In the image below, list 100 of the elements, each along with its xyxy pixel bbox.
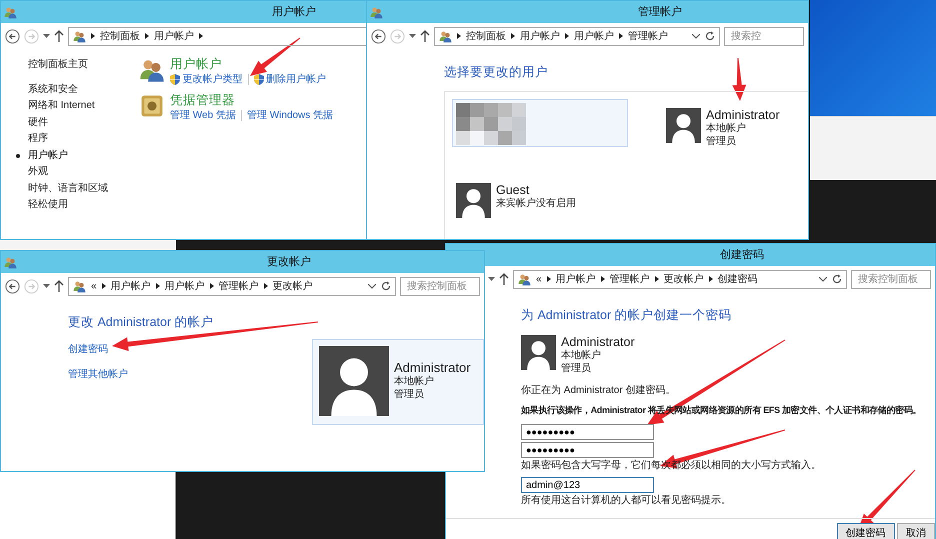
back-icon[interactable] <box>5 28 20 44</box>
refresh-icon[interactable] <box>832 274 842 284</box>
breadcrumb-arrow-icon <box>619 33 623 39</box>
account-name: Administrator <box>706 108 780 122</box>
search-field[interactable]: 搜索控制面板 <box>400 276 480 296</box>
sidebar-item[interactable]: 系统和安全 <box>28 82 78 98</box>
overflow-chevrons: « <box>536 272 542 286</box>
account-detail: 本地帐户 <box>394 375 435 388</box>
page-heading: 为 Administrator 的帐户创建一个密码 <box>521 307 733 324</box>
breadcrumb-item[interactable]: 更改帐户 <box>272 278 313 294</box>
section-heading[interactable]: 凭据管理器 <box>170 93 334 108</box>
sidebar-item[interactable]: 用户帐户 <box>28 148 68 164</box>
refresh-icon[interactable] <box>705 31 715 41</box>
dropdown-icon[interactable] <box>409 34 416 38</box>
up-icon[interactable] <box>54 30 64 42</box>
create-password-button[interactable]: 创建密码 <box>836 523 894 539</box>
sidebar-item[interactable]: 硬件 <box>28 114 48 131</box>
page-heading: 选择要更改的用户 <box>444 64 549 81</box>
breadcrumb-item[interactable]: 用户帐户 <box>154 28 194 44</box>
password-field[interactable]: ●●●●●●●●● <box>521 424 654 440</box>
up-icon[interactable] <box>54 280 64 292</box>
breadcrumb-item[interactable]: 管理帐户 <box>610 272 650 286</box>
link[interactable]: 管理 Web 凭据 <box>170 108 236 123</box>
breadcrumb-arrow-icon <box>264 283 268 289</box>
account-name: Administrator <box>561 334 635 349</box>
sidebar-item[interactable]: 控制面板主页 <box>28 57 88 74</box>
breadcrumb-arrow-icon <box>210 283 214 289</box>
breadcrumb-item[interactable]: 控制面板 <box>466 28 506 44</box>
link[interactable]: 管理 Windows 凭据 <box>246 108 334 123</box>
intro-text: 你正在为 Administrator 创建密码。 <box>521 384 676 398</box>
dropdown-icon[interactable] <box>43 34 50 38</box>
dropdown-icon[interactable] <box>819 276 827 282</box>
breadcrumb-arrow-icon <box>600 276 605 282</box>
breadcrumb-item[interactable]: 创建密码 <box>718 272 758 286</box>
breadcrumb-arrow-icon <box>199 33 203 39</box>
password-hint-field[interactable]: admin@123 <box>521 477 654 494</box>
up-icon[interactable] <box>499 273 509 285</box>
section-heading[interactable]: 用户帐户 <box>170 57 326 72</box>
dropdown-icon[interactable] <box>692 34 700 38</box>
breadcrumb-item[interactable]: 管理帐户 <box>218 278 259 294</box>
breadcrumb-item[interactable]: 控制面板 <box>100 28 140 44</box>
sidebar-item[interactable]: 程序 <box>28 131 48 148</box>
address-bar[interactable]: « 用户帐户 管理帐户 更改帐户 创建密码 <box>513 270 847 288</box>
control-panel-icon <box>73 280 86 292</box>
link[interactable]: 删除用户帐户 <box>266 72 326 87</box>
breadcrumb-item[interactable]: 更改帐户 <box>664 272 704 286</box>
search-field[interactable]: 搜索控制面板 <box>851 270 931 288</box>
link[interactable]: 创建密码 <box>68 342 108 357</box>
control-panel-icon <box>73 30 86 42</box>
breadcrumb-item[interactable]: 管理帐户 <box>628 28 668 44</box>
account-name: Administrator <box>394 361 471 375</box>
account-tile[interactable]: Administrator 本地帐户 管理员 <box>662 98 808 147</box>
window-title: 用户帐户 <box>272 4 316 20</box>
page-heading: 更改 Administrator 的帐户 <box>68 314 215 331</box>
account-detail: 本地帐户 <box>706 122 747 135</box>
address-bar[interactable]: 控制面板 用户帐户 用户帐户 管理帐户 <box>434 26 720 46</box>
user-avatar-icon <box>456 182 491 218</box>
user-avatar-icon <box>666 108 701 143</box>
control-panel-icon <box>518 272 531 286</box>
window-title: 创建密码 <box>720 248 764 263</box>
breadcrumb-item[interactable]: 用户帐户 <box>556 272 596 286</box>
breadcrumb-arrow-icon <box>546 276 551 282</box>
account-tile[interactable] <box>452 98 628 147</box>
window-icon <box>370 6 383 18</box>
account-detail: 本地帐户 <box>561 348 602 362</box>
breadcrumb-item[interactable]: 用户帐户 <box>574 28 614 44</box>
sidebar-item[interactable]: 外观 <box>28 164 48 180</box>
breadcrumb-arrow-icon <box>654 276 659 282</box>
back-icon[interactable] <box>5 278 20 294</box>
breadcrumb-arrow-icon <box>145 33 149 39</box>
sidebar-item[interactable]: 轻松使用 <box>28 197 68 214</box>
breadcrumb-item[interactable]: 用户帐户 <box>520 28 560 44</box>
sidebar-item[interactable]: 时钟、语言和区域 <box>28 180 108 197</box>
dropdown-icon[interactable] <box>368 284 376 288</box>
breadcrumb-arrow-icon <box>457 33 461 39</box>
breadcrumb-arrow-icon <box>102 283 106 289</box>
account-detail: 管理员 <box>394 388 425 401</box>
link[interactable]: 管理其他帐户 <box>68 366 128 382</box>
dropdown-icon[interactable] <box>488 277 495 281</box>
refresh-icon[interactable] <box>381 281 391 291</box>
account-detail: 管理员 <box>706 134 737 148</box>
breadcrumb-arrow-icon <box>156 283 160 289</box>
breadcrumb-item[interactable]: 用户帐户 <box>110 278 151 294</box>
dropdown-icon[interactable] <box>43 284 50 288</box>
account-tile[interactable]: Guest 来宾帐户没有启用 <box>452 178 628 227</box>
arrow <box>732 58 746 101</box>
address-bar[interactable]: « 用户帐户 用户帐户 管理帐户 更改帐户 <box>68 276 396 296</box>
sidebar-item[interactable]: 网络和 Internet <box>28 98 95 114</box>
breadcrumb-item[interactable]: 用户帐户 <box>164 278 205 294</box>
confirm-password-field[interactable]: ●●●●●●●●● <box>521 442 654 458</box>
overflow-chevrons: « <box>91 280 97 294</box>
search-field[interactable]: 搜索控 <box>724 26 804 46</box>
up-icon[interactable] <box>420 30 430 42</box>
shield-icon <box>254 74 264 85</box>
back-icon[interactable] <box>371 28 386 44</box>
cancel-button[interactable]: 取消 <box>897 523 935 539</box>
hint-note: 所有使用这台计算机的人都可以看见密码提示。 <box>521 494 732 508</box>
user-avatar-icon <box>521 334 556 370</box>
link[interactable]: 更改帐户类型 <box>182 72 242 87</box>
breadcrumb-arrow-icon <box>565 33 569 39</box>
